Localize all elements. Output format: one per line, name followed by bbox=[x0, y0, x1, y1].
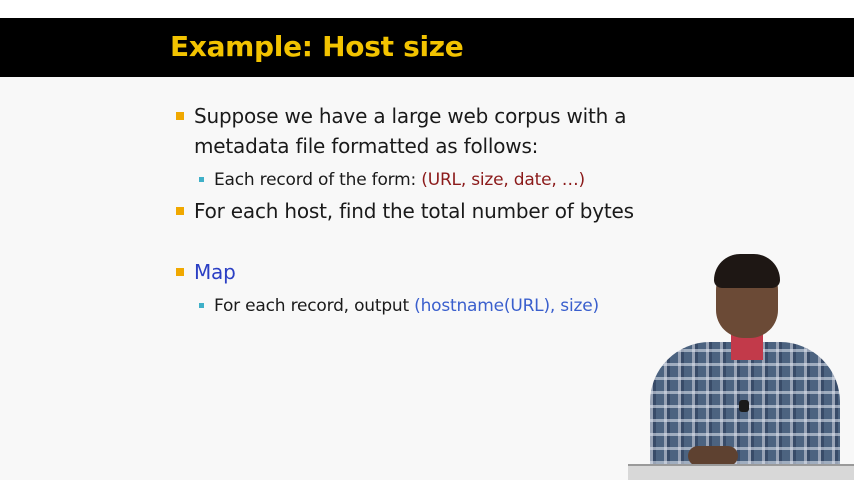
speaker-video bbox=[628, 250, 854, 480]
bullet-3-sub-highlight: (hostname(URL), size) bbox=[414, 296, 599, 316]
podium-edge bbox=[628, 464, 854, 480]
bullet-1-sub: Each record of the form: (URL, size, dat… bbox=[214, 169, 585, 191]
speaker-hand bbox=[688, 446, 738, 466]
slide-title: Example: Host size bbox=[170, 30, 464, 63]
bullet-1-sub-highlight: (URL, size, date, …) bbox=[421, 170, 585, 190]
top-letterbox bbox=[0, 0, 854, 18]
bullet-marker bbox=[176, 268, 184, 276]
bullet-3-sub: For each record, output (hostname(URL), … bbox=[214, 295, 599, 317]
video-frame: Example: Host size Suppose we have a lar… bbox=[0, 0, 854, 480]
sub-bullet-marker bbox=[199, 303, 204, 308]
bullet-1-sub-text: Each record of the form: bbox=[214, 170, 422, 190]
bullet-marker bbox=[176, 207, 184, 215]
bullet-2-line-1: For each host, find the total number of … bbox=[194, 199, 634, 223]
map-heading: Map bbox=[194, 260, 236, 284]
lapel-mic-icon bbox=[739, 400, 749, 412]
speaker-hair bbox=[714, 254, 780, 288]
bullet-1-line-1: Suppose we have a large web corpus with … bbox=[194, 104, 627, 128]
sub-bullet-marker bbox=[199, 177, 204, 182]
slide-title-bar: Example: Host size bbox=[0, 18, 854, 77]
bullet-1-line-2: metadata file formatted as follows: bbox=[194, 134, 539, 158]
bullet-marker bbox=[176, 112, 184, 120]
bullet-3-sub-text: For each record, output bbox=[214, 296, 415, 316]
